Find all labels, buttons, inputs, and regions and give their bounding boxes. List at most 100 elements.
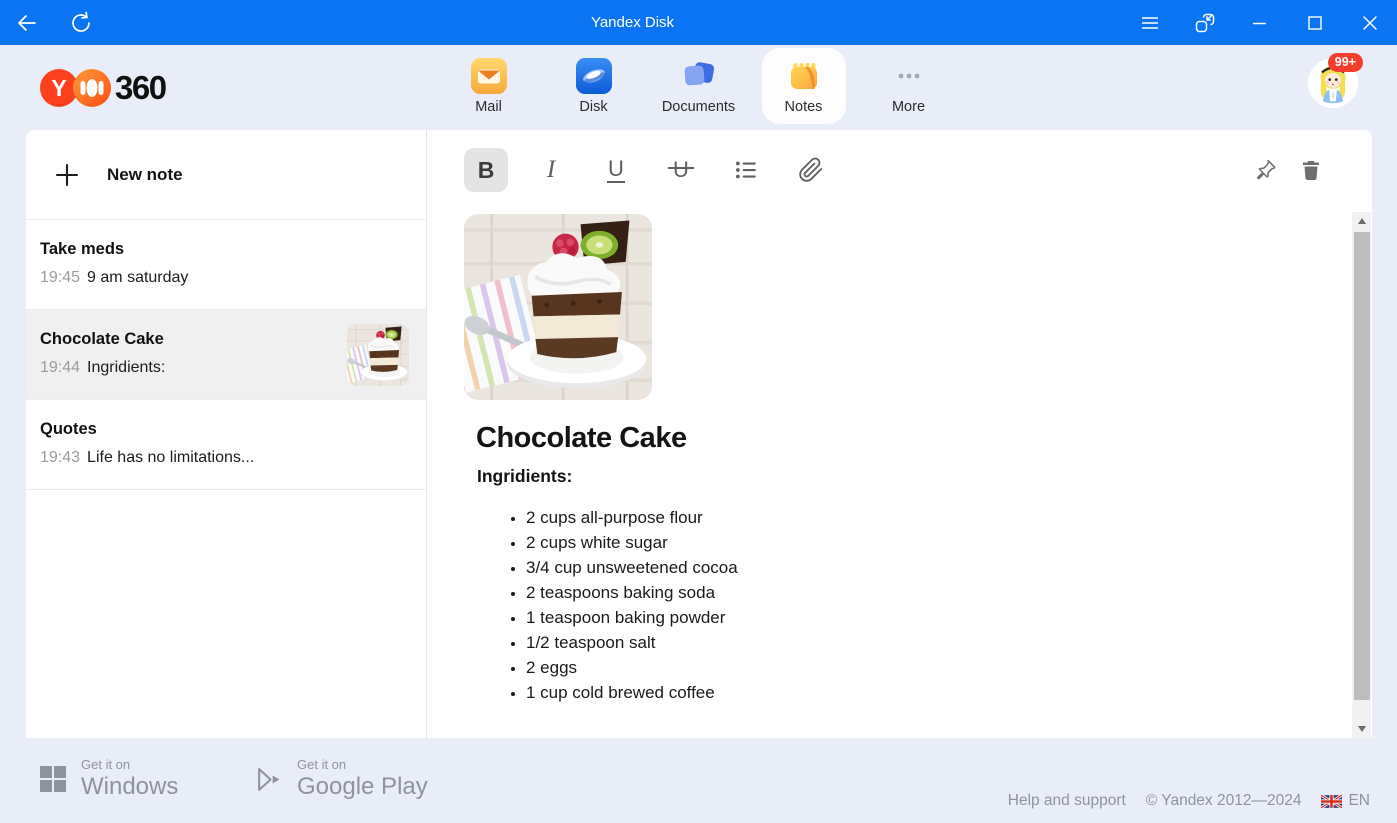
close-button[interactable]	[1342, 0, 1397, 45]
google-play-badge[interactable]: Get it on Google Play	[255, 757, 428, 801]
plus-icon	[54, 162, 80, 188]
minimize-icon	[1248, 11, 1272, 35]
vertical-scrollbar[interactable]	[1352, 212, 1371, 738]
ingredient-item: 2 cups all-purpose flour	[526, 509, 1350, 526]
note-list-item-chocolate-cake[interactable]: Chocolate Cake 19:44Ingridients:	[26, 310, 426, 400]
note-item-preview: 9 am saturday	[87, 269, 188, 286]
cake-thumbnail	[347, 324, 409, 386]
tab-label: More	[892, 99, 925, 115]
tab-label: Disk	[579, 99, 607, 115]
scrollbar-thumb[interactable]	[1354, 232, 1370, 700]
scroll-down-button[interactable]	[1352, 720, 1371, 738]
format-toolbar: B I U U	[427, 130, 1372, 210]
ingredient-item: 1 cup cold brewed coffee	[526, 684, 1350, 701]
ingredient-item: 2 cups white sugar	[526, 534, 1350, 551]
svg-text:Y: Y	[51, 75, 66, 101]
bullet-list-button[interactable]	[724, 148, 768, 192]
badge-caption: Get it on	[81, 757, 178, 772]
note-item-preview: Ingridients:	[87, 359, 165, 376]
tab-documents[interactable]: Documents	[657, 48, 741, 124]
ingredient-item: 2 eggs	[526, 659, 1350, 676]
bullet-list-icon	[733, 157, 759, 183]
help-and-support-link[interactable]: Help and support	[1008, 792, 1126, 810]
attach-icon	[798, 157, 824, 183]
note-title-text: Chocolate Cake	[476, 422, 1350, 454]
menu-icon	[1138, 11, 1162, 35]
underline-button[interactable]: U	[594, 148, 638, 192]
badge-caption: Get it on	[297, 757, 428, 772]
attach-button[interactable]	[789, 148, 833, 192]
copyright-text: © Yandex 2012—2024	[1146, 792, 1302, 810]
logo-360-icon	[73, 69, 111, 107]
logo-text: 360	[115, 69, 166, 107]
note-list-item-quotes[interactable]: Quotes 19:43 Life has no limitations...	[26, 400, 426, 490]
note-subtitle-text: Ingridients:	[477, 466, 1350, 487]
bold-button[interactable]: B	[464, 148, 508, 192]
tab-label: Mail	[475, 99, 502, 115]
note-item-time: 19:43	[40, 449, 80, 466]
delete-note-button[interactable]	[1289, 148, 1333, 192]
maximize-icon	[1303, 11, 1327, 35]
ingredient-item: 1/2 teaspoon salt	[526, 634, 1350, 651]
strikethrough-button[interactable]: U	[659, 148, 703, 192]
disk-icon	[576, 58, 612, 94]
notes-app-panel: New note Take meds 19:459 am saturday Ch…	[26, 130, 1372, 738]
refresh-button[interactable]	[54, 0, 108, 45]
notes-icon	[786, 58, 822, 94]
tab-label: Documents	[662, 99, 735, 115]
pin-button[interactable]	[1244, 148, 1288, 192]
tab-label: Notes	[785, 99, 823, 115]
scroll-down-icon	[1358, 726, 1366, 732]
ingredients-list: 2 cups all-purpose flour 2 cups white su…	[464, 509, 1350, 701]
note-content-editor[interactable]: Chocolate Cake Ingridients: 2 cups all-p…	[427, 210, 1350, 738]
notes-sidebar: New note Take meds 19:459 am saturday Ch…	[26, 130, 427, 738]
strikethrough-icon: U	[673, 159, 689, 181]
maximize-button[interactable]	[1287, 0, 1342, 45]
back-button[interactable]	[0, 0, 54, 45]
compact-mode-icon	[1193, 11, 1217, 35]
header: Y 360 Mail	[0, 45, 1397, 130]
documents-icon	[681, 58, 717, 94]
tab-more[interactable]: More	[867, 48, 951, 124]
close-icon	[1358, 11, 1382, 35]
refresh-icon	[68, 10, 94, 36]
uk-flag-icon	[1321, 795, 1342, 808]
new-note-button[interactable]: New note	[26, 130, 426, 220]
google-play-icon	[255, 766, 282, 793]
back-icon	[14, 10, 40, 36]
underline-icon: U	[607, 158, 625, 183]
notification-badge: 99+	[1328, 53, 1363, 72]
new-note-label: New note	[107, 165, 183, 185]
minimize-button[interactable]	[1232, 0, 1287, 45]
scroll-up-icon	[1358, 218, 1366, 224]
trash-icon	[1299, 158, 1323, 182]
footer: Get it on Windows Get it on Google Play …	[0, 738, 1397, 823]
yandex-360-logo[interactable]: Y 360	[40, 69, 166, 107]
cake-image[interactable]	[464, 214, 652, 400]
italic-button[interactable]: I	[529, 148, 573, 192]
ingredient-item: 2 teaspoons baking soda	[526, 584, 1350, 601]
note-item-time: 19:44	[40, 359, 80, 376]
yandex-disk-window: Yandex Disk	[0, 0, 1397, 823]
window-title: Yandex Disk	[0, 14, 1265, 31]
menu-button[interactable]	[1122, 0, 1177, 45]
windows-logo-icon	[40, 766, 66, 792]
scroll-up-button[interactable]	[1352, 212, 1371, 230]
note-item-title: Quotes	[40, 420, 406, 439]
tab-notes[interactable]: Notes	[762, 48, 846, 124]
note-item-time: 19:45	[40, 269, 80, 286]
user-avatar[interactable]: 99+	[1308, 58, 1358, 108]
titlebar: Yandex Disk	[0, 0, 1397, 45]
windows-store-badge[interactable]: Get it on Windows	[40, 757, 178, 801]
note-list-item-take-meds[interactable]: Take meds 19:459 am saturday	[26, 220, 426, 310]
badge-store-name: Windows	[81, 773, 178, 801]
compact-mode-button[interactable]	[1177, 0, 1232, 45]
ingredient-item: 3/4 cup unsweetened cocoa	[526, 559, 1350, 576]
note-item-preview: Life has no limitations...	[87, 449, 254, 466]
ingredient-item: 1 teaspoon baking powder	[526, 609, 1350, 626]
mail-icon	[471, 58, 507, 94]
badge-store-name: Google Play	[297, 773, 428, 801]
tab-disk[interactable]: Disk	[552, 48, 636, 124]
language-switcher[interactable]: EN	[1321, 792, 1370, 810]
tab-mail[interactable]: Mail	[447, 48, 531, 124]
